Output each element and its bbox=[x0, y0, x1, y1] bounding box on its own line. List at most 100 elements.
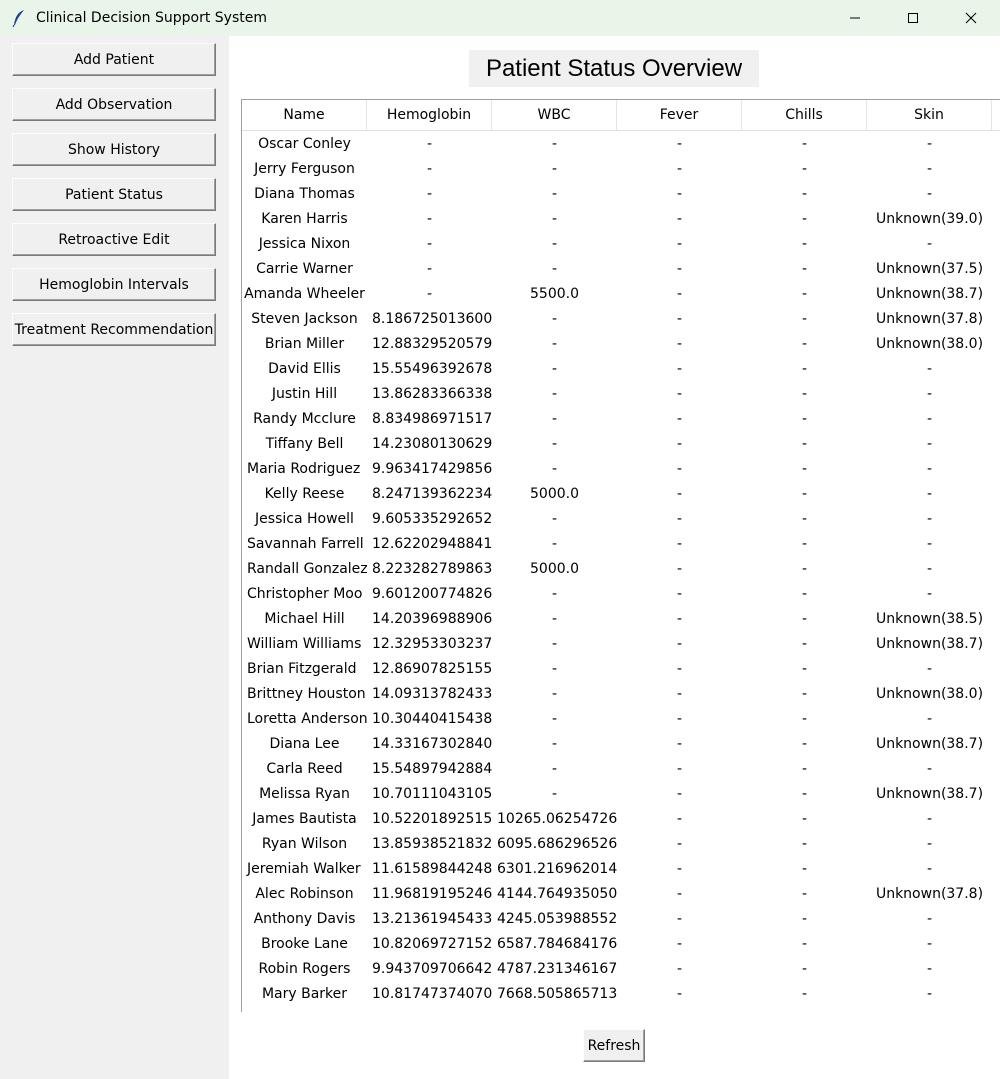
table-row[interactable]: Michael Hill 14.2039698890685 - - - Unknown(3… bbox=[242, 606, 1000, 631]
table-row[interactable]: Steven Jackson 8.18672501360094 - - - Unknown… bbox=[242, 306, 1000, 331]
hemoglobin-intervals-button[interactable]: Hemoglobin Intervals bbox=[12, 268, 216, 301]
minimize-button[interactable] bbox=[826, 0, 884, 36]
cell-chills: - bbox=[801, 560, 808, 577]
table-row[interactable]: Loretta Anderson 10.3044041543867 - - - - bbox=[242, 706, 1000, 731]
table-row[interactable]: Anthony Davis 13.2136194543335 4245.053988… bbox=[242, 906, 1000, 931]
table-row[interactable]: Oscar Conley - - - - - bbox=[242, 131, 1000, 156]
cell-hemoglobin: 15.5489794288484 bbox=[372, 760, 492, 777]
main-panel: Patient Status Overview Name Hemoglobin … bbox=[229, 36, 1000, 1079]
table-row[interactable]: Randall Gonzalez 8.22328278986336 5000.0 - -… bbox=[242, 556, 1000, 581]
cell-fever: - bbox=[676, 635, 683, 652]
show-history-button[interactable]: Show History bbox=[12, 133, 216, 166]
patient-status-table[interactable]: Name Hemoglobin WBC Fever Chills Skin Os… bbox=[241, 99, 1000, 1012]
cell-chills: - bbox=[801, 360, 808, 377]
cell-fever: - bbox=[676, 610, 683, 627]
table-row[interactable]: Brian Miller 12.8832952057976 - - - Unknown(3… bbox=[242, 331, 1000, 356]
patient-status-button[interactable]: Patient Status bbox=[12, 178, 216, 211]
cell-wbc: - bbox=[551, 710, 558, 727]
cell-chills: - bbox=[801, 610, 808, 627]
cell-name: Oscar Conley bbox=[258, 135, 351, 152]
cell-hemoglobin: 8.18672501360094 bbox=[372, 310, 492, 327]
table-row[interactable]: Christopher Moo 9.60120077482617 - - - - bbox=[242, 581, 1000, 606]
table-row[interactable]: Maria Rodriguez 9.96341742985641 - - - - bbox=[242, 456, 1000, 481]
cell-wbc: 6301.21696201401 bbox=[497, 860, 617, 877]
cell-wbc: - bbox=[551, 460, 558, 477]
cell-fever: - bbox=[676, 385, 683, 402]
cell-name: Michael Hill bbox=[264, 610, 345, 627]
cell-hemoglobin: 14.2039698890685 bbox=[372, 610, 492, 627]
table-row[interactable]: Brian Fitzgerald 12.8690782515542 - - - - bbox=[242, 656, 1000, 681]
cell-name: Christopher Moo bbox=[247, 585, 363, 602]
table-row[interactable]: David Ellis 15.5549639267849 - - - - bbox=[242, 356, 1000, 381]
add-patient-button[interactable]: Add Patient bbox=[12, 43, 216, 76]
maximize-button[interactable] bbox=[884, 0, 942, 36]
table-row[interactable]: Diana Thomas - - - - - bbox=[242, 181, 1000, 206]
table-row[interactable]: James Bautista 10.5220189251547 10265.0625… bbox=[242, 806, 1000, 831]
cell-chills: - bbox=[801, 885, 808, 902]
cell-wbc: 6095.68629652628 bbox=[497, 835, 617, 852]
table-row[interactable]: Carla Reed 15.5489794288484 - - - - bbox=[242, 756, 1000, 781]
cell-wbc: - bbox=[551, 185, 558, 202]
table-row[interactable]: William Williams 12.3295330323726 - - - Unkno… bbox=[242, 631, 1000, 656]
cell-skin: - bbox=[926, 385, 933, 402]
table-row[interactable]: Savannah Farrell 12.6220294884162 - - - - bbox=[242, 531, 1000, 556]
cell-wbc: - bbox=[551, 335, 558, 352]
cell-name: Karen Harris bbox=[261, 210, 348, 227]
column-header-hemoglobin[interactable]: Hemoglobin bbox=[367, 100, 492, 130]
table-row[interactable]: Justin Hill 13.8628336633897 - - - - bbox=[242, 381, 1000, 406]
cell-skin: Unknown(38.5) bbox=[875, 610, 984, 627]
cell-name: Jessica Howell bbox=[255, 510, 354, 527]
cell-skin: - bbox=[926, 585, 933, 602]
refresh-button[interactable]: Refresh bbox=[583, 1029, 645, 1062]
retroactive-edit-button[interactable]: Retroactive Edit bbox=[12, 223, 216, 256]
table-row[interactable]: Jerry Ferguson - - - - - bbox=[242, 156, 1000, 181]
cell-hemoglobin: 13.8593852183261 bbox=[372, 835, 492, 852]
cell-name: Jerry Ferguson bbox=[254, 160, 355, 177]
cell-chills: - bbox=[801, 285, 808, 302]
cell-chills: - bbox=[801, 935, 808, 952]
table-row[interactable]: Jeremiah Walker 11.6158984424811 6301.2169… bbox=[242, 856, 1000, 881]
table-row[interactable]: Tiffany Bell 14.2308013062996 - - - - bbox=[242, 431, 1000, 456]
cell-wbc: - bbox=[551, 635, 558, 652]
table-row[interactable]: Brittney Houston 14.0931378243343 - - - Unkno… bbox=[242, 681, 1000, 706]
table-row[interactable]: Mary Barker 10.8174737407081 7668.50586571… bbox=[242, 981, 1000, 1006]
cell-hemoglobin: 10.5220189251547 bbox=[372, 810, 492, 827]
table-row[interactable]: Robin Rogers 9.94370970664220 4787.2313461… bbox=[242, 956, 1000, 981]
cell-skin: Unknown(37.5) bbox=[875, 260, 984, 277]
table-row[interactable]: Carrie Warner - - - - Unknown(37.5) bbox=[242, 256, 1000, 281]
table-row[interactable]: Melissa Ryan 10.7011104310507 - - - Unknown(3… bbox=[242, 781, 1000, 806]
cell-fever: - bbox=[676, 360, 683, 377]
treatment-recommendation-button[interactable]: Treatment Recommendation bbox=[12, 313, 216, 346]
cell-chills: - bbox=[801, 585, 808, 602]
cell-fever: - bbox=[676, 185, 683, 202]
add-observation-button[interactable]: Add Observation bbox=[12, 88, 216, 121]
table-row[interactable]: Alec Robinson 11.9681919524698 4144.764935… bbox=[242, 881, 1000, 906]
cell-skin: - bbox=[926, 960, 933, 977]
cell-fever: - bbox=[676, 735, 683, 752]
table-row[interactable]: Jessica Howell 9.60533529265263 - - - - bbox=[242, 506, 1000, 531]
table-row[interactable]: Kelly Reese 8.24713936223494 5000.0 - - - bbox=[242, 481, 1000, 506]
feather-icon bbox=[12, 10, 24, 27]
table-row[interactable]: Brooke Lane 10.8206972715292 6587.78468417… bbox=[242, 931, 1000, 956]
table-row[interactable]: Diana Lee 14.3316730284067 - - - Unknown(38.7… bbox=[242, 731, 1000, 756]
close-button[interactable] bbox=[942, 0, 1000, 36]
cell-wbc: - bbox=[551, 360, 558, 377]
cell-name: Carrie Warner bbox=[256, 260, 353, 277]
column-header-wbc[interactable]: WBC bbox=[492, 100, 617, 130]
column-header-chills[interactable]: Chills bbox=[742, 100, 867, 130]
cell-fever: - bbox=[676, 860, 683, 877]
cell-skin: - bbox=[926, 410, 933, 427]
table-row[interactable]: Amanda Wheeler - 5500.0 - - Unknown(38.7) bbox=[242, 281, 1000, 306]
cell-skin: Unknown(37.8) bbox=[875, 885, 984, 902]
table-row[interactable]: Jessica Nixon - - - - - bbox=[242, 231, 1000, 256]
table-row[interactable]: Karen Harris - - - - Unknown(39.0) bbox=[242, 206, 1000, 231]
table-row[interactable]: Randy Mcclure 8.83498697151731 - - - - bbox=[242, 406, 1000, 431]
table-row[interactable]: Ryan Wilson 13.8593852183261 6095.68629652… bbox=[242, 831, 1000, 856]
cell-hemoglobin: 12.8832952057976 bbox=[372, 335, 492, 352]
column-header-fever[interactable]: Fever bbox=[617, 100, 742, 130]
column-header-name[interactable]: Name bbox=[242, 100, 367, 130]
cell-fever: - bbox=[676, 585, 683, 602]
cell-fever: - bbox=[676, 210, 683, 227]
column-header-skin[interactable]: Skin bbox=[867, 100, 992, 130]
cell-fever: - bbox=[676, 760, 683, 777]
